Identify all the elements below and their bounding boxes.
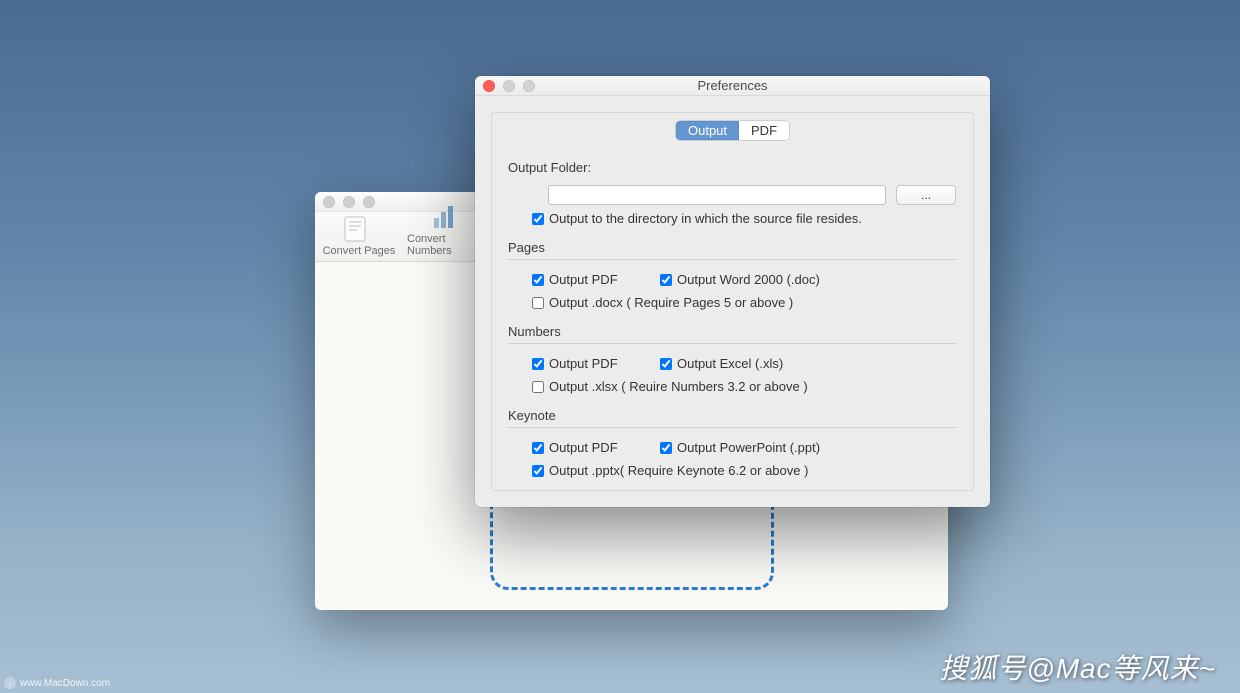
output-folder-label: Output Folder: [508,160,957,175]
checkbox-icon[interactable] [660,442,672,454]
numbers-section-title: Numbers [508,324,957,339]
keynote-section-title: Keynote [508,408,957,423]
checkbox-icon[interactable] [532,442,544,454]
output-to-source-checkbox[interactable]: Output to the directory in which the sou… [532,211,862,226]
credit-text: www.MacDown.com [20,678,110,689]
pages-icon [342,215,376,243]
checkbox-icon[interactable] [532,381,544,393]
checkbox-icon[interactable] [532,274,544,286]
output-folder-input[interactable] [548,185,886,205]
checkbox-label: Output Word 2000 (.doc) [677,272,820,287]
preferences-window: Preferences Output PDF Output Folder: ..… [475,76,990,507]
pages-section-title: Pages [508,240,957,255]
pages-output-word-checkbox[interactable]: Output Word 2000 (.doc) [660,272,820,287]
tab-pdf[interactable]: PDF [739,121,789,140]
checkbox-icon[interactable] [532,213,544,225]
checkbox-label: Output .xlsx ( Reuire Numbers 3.2 or abo… [549,379,808,394]
checkbox-icon[interactable] [532,465,544,477]
numbers-icon [430,203,464,231]
toolbar-label: Convert Pages [323,245,396,257]
close-icon [323,196,335,208]
numbers-output-pdf-checkbox[interactable]: Output PDF [532,356,652,371]
keynote-output-pdf-checkbox[interactable]: Output PDF [532,440,652,455]
checkbox-label: Output .docx ( Require Pages 5 or above … [549,295,793,310]
window-title: Preferences [697,78,767,93]
numbers-output-excel-checkbox[interactable]: Output Excel (.xls) [660,356,783,371]
checkbox-icon[interactable] [660,358,672,370]
checkbox-label: Output Excel (.xls) [677,356,783,371]
minimize-icon [343,196,355,208]
divider [508,343,957,344]
keynote-output-ppt-checkbox[interactable]: Output PowerPoint (.ppt) [660,440,820,455]
checkbox-label: Output to the directory in which the sou… [549,211,862,226]
checkbox-label: Output .pptx( Require Keynote 6.2 or abo… [549,463,808,478]
checkbox-label: Output PDF [549,356,618,371]
checkbox-icon[interactable] [532,297,544,309]
preferences-titlebar: Preferences [475,76,990,96]
toolbar-convert-pages[interactable]: Convert Pages [319,215,399,257]
checkbox-label: Output PDF [549,272,618,287]
close-icon[interactable] [483,80,495,92]
tab-output[interactable]: Output [676,121,739,140]
tab-segmented-control: Output PDF [676,121,789,140]
watermark-text: 搜狐号@Mac等风来~ [939,647,1216,687]
site-credit: ↓ www.MacDown.com [4,677,110,689]
checkbox-icon[interactable] [660,274,672,286]
divider [508,427,957,428]
minimize-icon [503,80,515,92]
pages-output-docx-checkbox[interactable]: Output .docx ( Require Pages 5 or above … [532,295,793,310]
checkbox-label: Output PowerPoint (.ppt) [677,440,820,455]
maximize-icon [523,80,535,92]
pages-output-pdf-checkbox[interactable]: Output PDF [532,272,652,287]
divider [508,259,957,260]
down-arrow-icon: ↓ [4,677,16,689]
checkbox-icon[interactable] [532,358,544,370]
checkbox-label: Output PDF [549,440,618,455]
numbers-output-xlsx-checkbox[interactable]: Output .xlsx ( Reuire Numbers 3.2 or abo… [532,379,808,394]
keynote-output-pptx-checkbox[interactable]: Output .pptx( Require Keynote 6.2 or abo… [532,463,808,478]
maximize-icon [363,196,375,208]
browse-button[interactable]: ... [896,185,956,205]
